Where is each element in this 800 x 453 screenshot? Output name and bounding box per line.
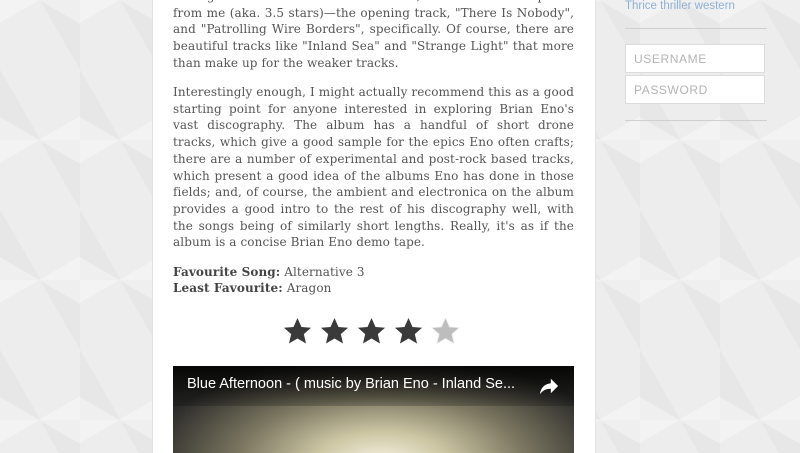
star-rating <box>282 316 461 347</box>
video-title[interactable]: Blue Afternoon - ( music by Brian Eno - … <box>187 376 532 392</box>
star-icon <box>430 316 461 345</box>
password-input[interactable] <box>625 75 765 104</box>
favourite-song-label: Favourite Song: <box>173 264 281 279</box>
least-favourite-label: Least Favourite: <box>173 281 283 296</box>
favourite-song-value: Alternative 3 <box>284 264 365 279</box>
username-input[interactable] <box>625 44 765 73</box>
divider <box>625 120 767 121</box>
share-icon[interactable] <box>538 376 560 396</box>
review-article: managed to elicit an "I've heard better,… <box>173 0 574 297</box>
star-icon <box>320 317 349 344</box>
video-player[interactable]: Blue Afternoon - ( music by Brian Eno - … <box>173 366 574 453</box>
main-content: managed to elicit an "I've heard better,… <box>152 0 596 453</box>
review-paragraph: managed to elicit an "I've heard better,… <box>173 0 574 70</box>
star-icon <box>283 317 312 344</box>
favourite-song: Favourite Song: Alternative 3 <box>173 264 574 281</box>
star-icon <box>357 317 386 344</box>
sidebar-link[interactable]: Thrice thriller western <box>625 0 735 12</box>
review-paragraph: Interestingly enough, I might actually r… <box>173 85 574 250</box>
divider <box>625 28 767 29</box>
least-favourite: Least Favourite: Aragon <box>173 280 574 297</box>
least-favourite-value: Aragon <box>286 281 332 296</box>
star-icon <box>394 317 423 344</box>
